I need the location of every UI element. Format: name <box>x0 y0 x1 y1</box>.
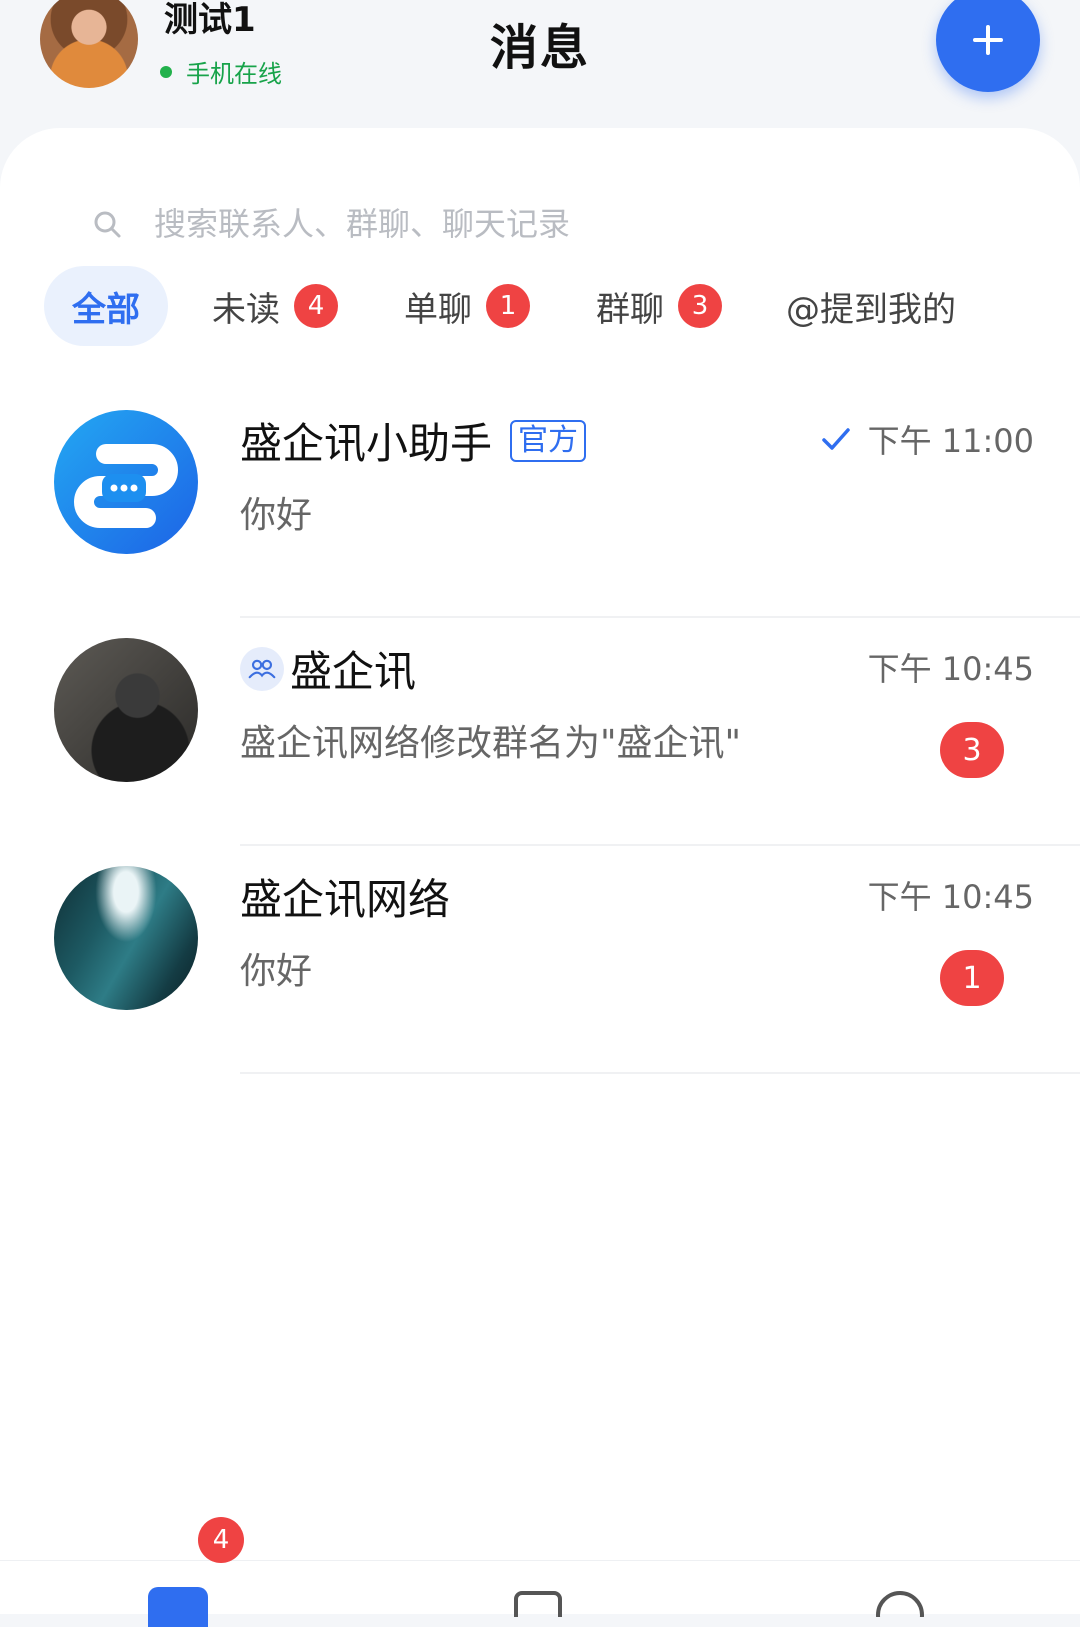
conversation-name: 盛企讯网络 <box>240 875 451 924</box>
tab-mentions[interactable]: @提到我的 <box>786 266 956 346</box>
unread-badge: 1 <box>486 284 530 328</box>
search-icon <box>94 211 121 238</box>
conversation-title: 盛企讯 <box>240 638 416 699</box>
main-panel: 全部 未读 4 单聊 1 群聊 3 @提到我的 <box>0 128 1080 1613</box>
unread-count-badge: 3 <box>940 722 1004 778</box>
tab-single-chat[interactable]: 单聊 1 <box>404 266 530 346</box>
add-button[interactable] <box>936 0 1040 92</box>
official-tag: 官方 <box>510 419 587 462</box>
conversation-title: 盛企讯小助手 官方 <box>240 410 587 471</box>
filter-tabs: 全部 未读 4 单聊 1 群聊 3 @提到我的 <box>44 266 1044 346</box>
nav-profile[interactable] <box>870 1587 930 1627</box>
tab-label: 单聊 <box>404 289 472 330</box>
conversation-time: 下午 10:45 <box>868 872 1034 918</box>
tab-group-chat[interactable]: 群聊 3 <box>596 266 722 346</box>
unread-badge: 3 <box>678 284 722 328</box>
conversation-title: 盛企讯网络 <box>240 866 450 927</box>
divider <box>240 1072 1080 1074</box>
nav-messages[interactable] <box>148 1587 208 1627</box>
group-icon <box>240 646 284 691</box>
tab-label: @提到我的 <box>786 289 956 330</box>
group-avatar <box>54 638 198 782</box>
message-preview: 盛企讯网络修改群名为"盛企讯" <box>240 723 742 764</box>
time-text: 下午 10:45 <box>867 650 1034 688</box>
check-icon <box>821 428 850 450</box>
time-text: 下午 10:45 <box>867 878 1034 916</box>
tab-unread[interactable]: 未读 4 <box>212 266 338 346</box>
assistant-logo-icon <box>74 444 178 528</box>
nav-unread-badge: 4 <box>198 1517 244 1563</box>
unread-count-badge: 1 <box>940 950 1004 1006</box>
message-preview: 你好 <box>240 495 313 536</box>
conversation-time: 下午 10:45 <box>868 644 1034 690</box>
conversation-name: 盛企讯 <box>290 647 417 696</box>
conversation-item[interactable]: 盛企讯 下午 10:45 盛企讯网络修改群名为"盛企讯" 3 <box>0 618 1080 846</box>
bottom-nav: 4 <box>0 1517 1080 1627</box>
unread-badge: 4 <box>294 284 338 328</box>
tab-label: 未读 <box>212 289 280 330</box>
conversation-item[interactable]: 盛企讯网络 下午 10:45 你好 1 <box>0 846 1080 1074</box>
conversation-name: 盛企讯小助手 <box>240 419 493 468</box>
chat-bubble-icon <box>148 1587 208 1627</box>
conversation-item[interactable]: 盛企讯小助手 官方 下午 11:00 你好 <box>0 390 1080 618</box>
message-preview: 你好 <box>240 951 313 992</box>
tab-all[interactable]: 全部 <box>44 266 168 346</box>
nav-contacts[interactable] <box>508 1587 568 1625</box>
conversation-time: 下午 11:00 <box>820 416 1034 462</box>
contact-avatar <box>54 866 198 1010</box>
search-input[interactable] <box>152 204 956 244</box>
assistant-avatar <box>54 410 198 554</box>
time-text: 下午 11:00 <box>867 422 1034 460</box>
plus-icon <box>973 25 1003 55</box>
tab-label: 全部 <box>72 289 140 330</box>
header: 测试1 手机在线 消息 <box>0 0 1080 130</box>
tab-label: 群聊 <box>596 289 664 330</box>
page-title: 消息 <box>489 20 590 76</box>
